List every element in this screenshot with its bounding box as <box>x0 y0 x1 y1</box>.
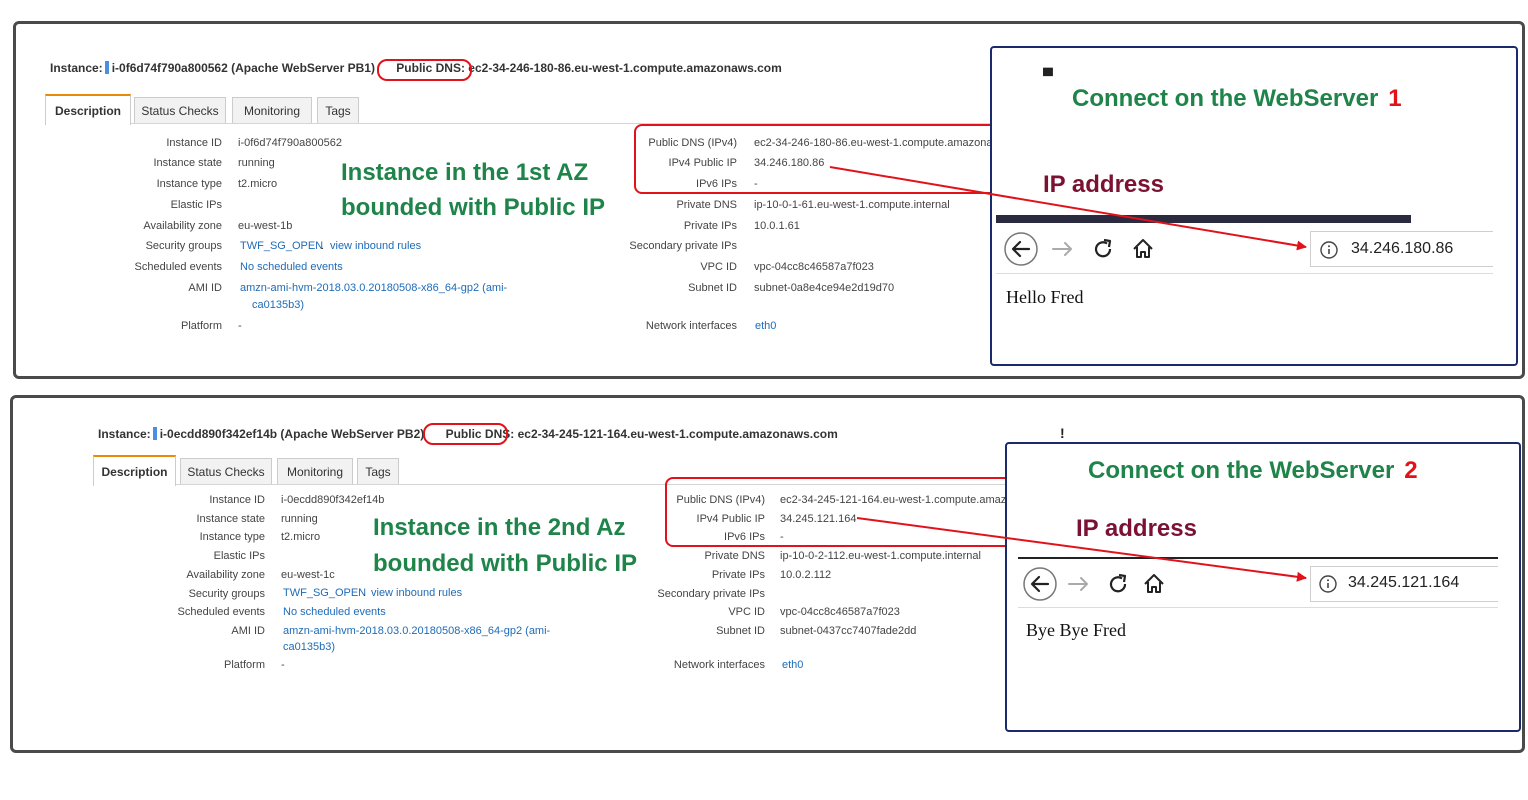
tab-description[interactable]: Description <box>93 455 176 486</box>
tab-description[interactable]: Description <box>45 94 131 125</box>
arrow-ip-to-browser-2 <box>856 517 1307 582</box>
arrow-ip-to-browser-1 <box>829 166 1307 251</box>
annotation-arrows <box>829 166 1307 582</box>
